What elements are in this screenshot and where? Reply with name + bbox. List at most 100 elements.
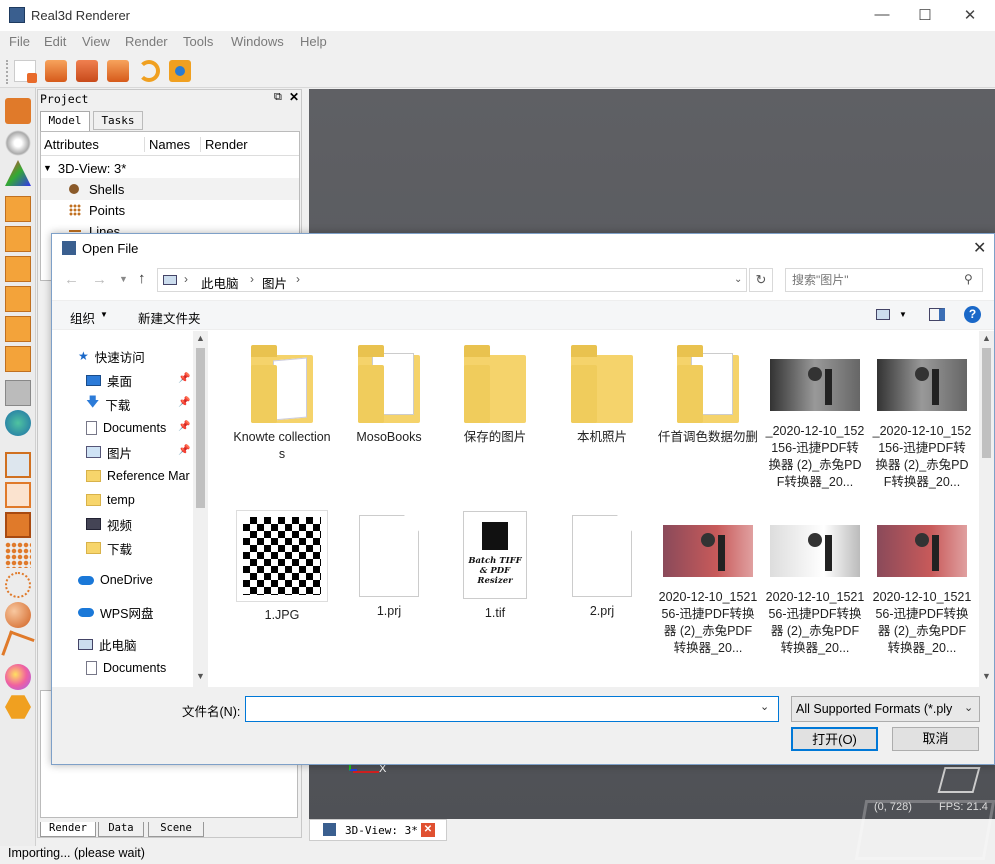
column-attributes[interactable]: Attributes: [44, 137, 99, 152]
file-type-select[interactable]: All Supported Formats (*.ply ⌄: [791, 696, 980, 722]
menu-tools[interactable]: Tools: [183, 34, 213, 49]
float-panel-icon[interactable]: ⧉: [274, 91, 282, 104]
new-folder-button[interactable]: 新建文件夹: [138, 308, 201, 327]
help-icon[interactable]: ?: [964, 306, 981, 323]
file-item[interactable]: 2020-12-10_152156-迅捷PDF转换器 (2)_赤兔PDF转换器_…: [765, 511, 865, 657]
cube-icon[interactable]: [5, 98, 31, 124]
nav-item[interactable]: 此电脑: [78, 634, 137, 654]
wireframe-icon[interactable]: [5, 452, 31, 478]
nav-item[interactable]: WPS网盘: [78, 602, 153, 622]
import-icon[interactable]: [107, 60, 129, 82]
add-model-icon[interactable]: [76, 60, 98, 82]
pin-icon[interactable]: 📌: [178, 397, 190, 408]
breadcrumb-pictures[interactable]: 图片: [262, 273, 287, 292]
light-icon[interactable]: [5, 130, 31, 156]
pin-icon[interactable]: 📌: [178, 445, 190, 456]
tab-scene[interactable]: Scene: [148, 822, 204, 837]
tree-item-shells[interactable]: Shells: [41, 178, 299, 200]
sphere-icon[interactable]: [5, 602, 31, 628]
menu-file[interactable]: File: [9, 34, 30, 49]
file-item[interactable]: 1.prj: [339, 511, 439, 620]
file-item[interactable]: 保存的图片: [445, 345, 545, 446]
nav-item[interactable]: 视频: [86, 514, 132, 534]
box-view-1-icon[interactable]: [5, 196, 31, 222]
nav-item[interactable]: 🡇 下载 📌: [86, 394, 190, 414]
column-render[interactable]: Render: [200, 137, 248, 152]
maximize-icon[interactable]: ☐: [915, 6, 935, 24]
box-view-4-icon[interactable]: [5, 286, 31, 312]
menu-render[interactable]: Render: [125, 34, 168, 49]
back-arrow-icon[interactable]: ←: [64, 271, 79, 288]
hexagon-icon[interactable]: [5, 695, 31, 719]
nav-item[interactable]: 图片 📌: [86, 442, 190, 462]
new-file-icon[interactable]: [14, 60, 37, 83]
box-view-2-icon[interactable]: [5, 226, 31, 252]
close-icon[interactable]: ✕: [960, 6, 980, 24]
file-item[interactable]: MosoBooks: [339, 345, 439, 446]
tab-render[interactable]: Render: [40, 822, 96, 837]
address-bar[interactable]: › 此电脑 › 图片 › ⌄: [157, 268, 747, 292]
scroll-down-icon[interactable]: ▼: [196, 671, 205, 681]
box-view-5-icon[interactable]: [5, 316, 31, 342]
scroll-up-icon[interactable]: ▲: [982, 333, 991, 343]
file-item[interactable]: 仟首调色数据勿删: [658, 345, 758, 446]
viewport-tab[interactable]: 3D-View: 3* ✕: [309, 819, 447, 841]
cancel-button[interactable]: 取消: [892, 727, 979, 751]
nav-item[interactable]: Reference Mar: [86, 466, 190, 486]
nav-item[interactable]: 桌面 📌: [86, 370, 190, 390]
file-item[interactable]: 1.JPG: [232, 510, 332, 624]
file-scroll-thumb[interactable]: [982, 348, 991, 458]
view-cube-icon[interactable]: [937, 767, 981, 793]
menu-help[interactable]: Help: [300, 34, 327, 49]
address-dropdown-icon[interactable]: ⌄: [734, 274, 742, 285]
tree-item-points[interactable]: Points: [69, 199, 125, 221]
nav-scroll-thumb[interactable]: [196, 348, 205, 508]
file-item[interactable]: Batch TIFF & PDF Resizer 1.tif: [445, 511, 545, 622]
organize-chevron-icon[interactable]: ▼: [100, 310, 108, 319]
nav-scrollbar[interactable]: ▲ ▼: [193, 331, 208, 687]
gradient-icon[interactable]: [5, 664, 31, 690]
nav-item[interactable]: ★ 快速访问: [78, 346, 145, 366]
dialog-close-icon[interactable]: ✕: [973, 238, 986, 258]
pin-icon[interactable]: 📌: [178, 373, 190, 384]
search-input[interactable]: [792, 272, 952, 288]
close-tab-icon[interactable]: ✕: [421, 823, 435, 837]
nav-item[interactable]: Documents: [86, 658, 166, 678]
filename-combobox[interactable]: ⌄: [245, 696, 779, 722]
file-scrollbar[interactable]: ▲ ▼: [979, 331, 994, 687]
camera-icon[interactable]: [169, 60, 191, 82]
file-item[interactable]: 本机照片: [552, 345, 652, 446]
open-model-icon[interactable]: [45, 60, 67, 82]
axes-icon[interactable]: [5, 160, 31, 186]
box-view-7-icon[interactable]: [5, 380, 31, 406]
file-item[interactable]: _2020-12-10_152156-迅捷PDF转换器 (2)_赤兔PDF转换器…: [765, 345, 865, 491]
menu-view[interactable]: View: [82, 34, 110, 49]
points-icon[interactable]: [5, 542, 31, 568]
preview-pane-icon[interactable]: [929, 308, 945, 321]
file-item[interactable]: 2.prj: [552, 511, 652, 620]
nav-item[interactable]: Documents 📌: [86, 418, 190, 438]
nav-item[interactable]: OneDrive: [78, 570, 153, 590]
search-box[interactable]: ⚲: [785, 268, 983, 292]
forward-arrow-icon[interactable]: →: [92, 271, 107, 288]
column-names[interactable]: Names: [144, 137, 190, 152]
nav-item[interactable]: 下载: [86, 538, 132, 558]
box-view-6-icon[interactable]: [5, 346, 31, 372]
file-type-dropdown-icon[interactable]: ⌄: [964, 701, 973, 714]
nav-item[interactable]: temp: [86, 490, 135, 510]
refresh-icon[interactable]: [138, 60, 160, 82]
close-panel-icon[interactable]: ✕: [289, 90, 299, 104]
solid-icon[interactable]: [5, 512, 31, 538]
tab-tasks[interactable]: Tasks: [93, 111, 143, 130]
scroll-up-icon[interactable]: ▲: [196, 333, 205, 343]
file-item[interactable]: 2020-12-10_152156-迅捷PDF转换器 (2)_赤兔PDF转换器_…: [658, 511, 758, 657]
minimize-icon[interactable]: —: [872, 6, 892, 23]
recent-dropdown-icon[interactable]: ▼: [119, 274, 128, 284]
filename-dropdown-icon[interactable]: ⌄: [760, 700, 769, 713]
file-item[interactable]: _2020-12-10_152156-迅捷PDF转换器 (2)_赤兔PDF转换器…: [872, 345, 972, 491]
file-item[interactable]: 2020-12-10_152156-迅捷PDF转换器 (2)_赤兔PDF转换器_…: [872, 511, 972, 657]
tree-item-3d-view[interactable]: ▼ 3D-View: 3*: [43, 157, 126, 179]
file-item[interactable]: Knowte collections: [232, 345, 332, 463]
tab-model[interactable]: Model: [40, 111, 90, 131]
tab-data[interactable]: Data: [98, 822, 144, 837]
